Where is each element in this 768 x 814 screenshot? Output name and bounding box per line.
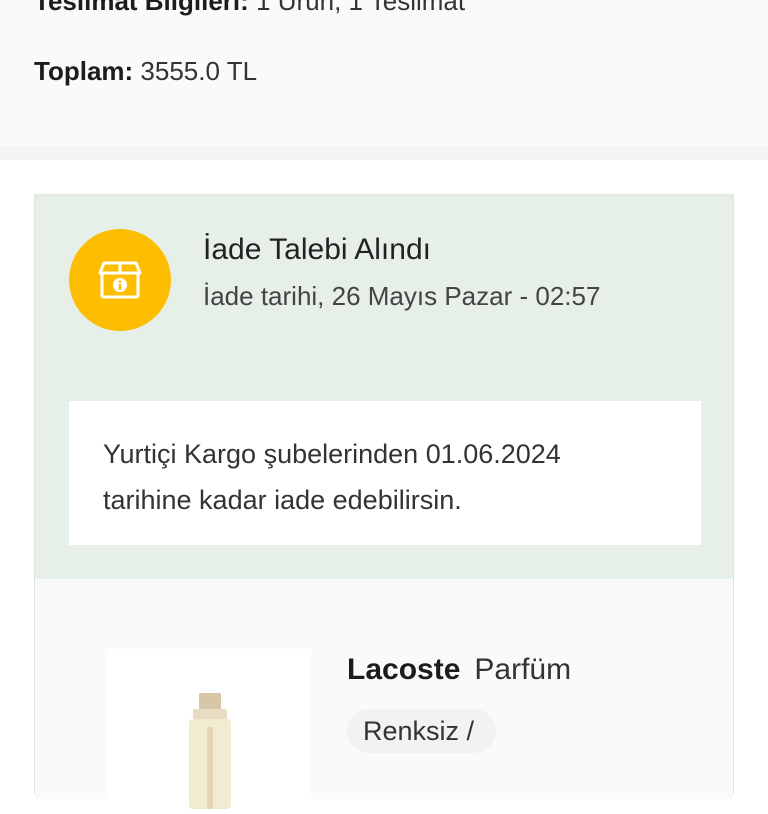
total-value: 3555.0 TL [140, 56, 258, 86]
return-notice-line-2: tarihine kadar iade edebilirsin. [103, 485, 462, 515]
return-status-title: İade Talebi Alındı [203, 233, 431, 266]
delivery-value: 1 Ürün, 1 Teslimat [256, 0, 466, 16]
perfume-bottle-image [189, 693, 231, 809]
delivery-label: Teslimat Bilgileri: [34, 0, 249, 16]
delivery-info: Teslimat Bilgileri: 1 Ürün, 1 Teslimat [34, 0, 465, 17]
order-summary: Teslimat Bilgileri: 1 Ürün, 1 Teslimat T… [0, 0, 768, 146]
package-info-icon [69, 229, 171, 331]
return-order-card: İade Talebi Alındı İade tarihi, 26 Mayıs… [34, 194, 734, 809]
order-total: Toplam: 3555.0 TL [34, 56, 257, 87]
product-item[interactable]: Lacoste Parfüm Renksiz / [35, 579, 733, 809]
box-info-glyph [98, 261, 142, 299]
total-label: Toplam: [34, 56, 134, 86]
return-status-panel: İade Talebi Alındı İade tarihi, 26 Mayıs… [35, 195, 733, 579]
return-notice-box: Yurtiçi Kargo şubelerinden 01.06.2024 ta… [69, 401, 701, 545]
product-brand: Lacoste [347, 653, 461, 686]
return-notice-line-1: Yurtiçi Kargo şubelerinden 01.06.2024 [103, 439, 561, 469]
return-status-date: İade tarihi, 26 Mayıs Pazar - 02:57 [203, 281, 601, 311]
product-image[interactable] [107, 649, 311, 809]
product-name: Parfüm [474, 653, 572, 686]
section-divider [0, 146, 768, 160]
product-variant-chip: Renksiz / [347, 709, 497, 753]
product-title[interactable]: Lacoste Parfüm [347, 653, 571, 687]
